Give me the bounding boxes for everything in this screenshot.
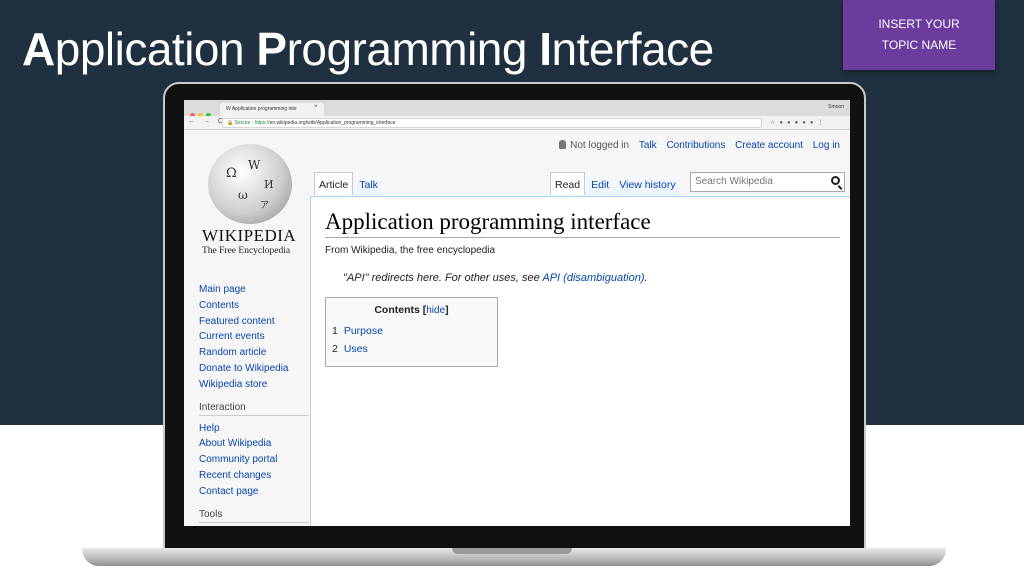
title-initial-a: A: [22, 23, 55, 75]
topic-line-1: INSERT YOUR: [878, 17, 960, 31]
not-logged-in-label: Not logged in: [570, 140, 630, 151]
sidebar-item-donate[interactable]: Donate to Wikipedia: [199, 361, 309, 377]
search-placeholder: Search Wikipedia: [695, 176, 773, 187]
tab-close-icon[interactable]: ×: [314, 104, 318, 110]
laptop-screen: W Application programming inte × Smoon ←…: [184, 100, 850, 526]
browser-tab-bar: W Application programming inte × Smoon: [184, 100, 850, 118]
sidebar-item-random-article[interactable]: Random article: [199, 345, 309, 361]
sidebar-item-current-events[interactable]: Current events: [199, 329, 309, 345]
topic-name-box[interactable]: INSERT YOUR TOPIC NAME: [843, 0, 995, 70]
sidebar-item-recent-changes[interactable]: Recent changes: [199, 468, 309, 484]
title-initial-i: I: [539, 23, 552, 75]
toc-title-label: Contents: [374, 304, 420, 316]
view-tabs: Read Edit View history: [550, 172, 682, 195]
title-initial-p: P: [256, 23, 287, 75]
sidebar-heading-interaction: Interaction: [199, 402, 309, 416]
toc-item-link[interactable]: Uses: [344, 343, 368, 355]
url-divider: |: [251, 120, 254, 126]
title-word-1: pplication: [54, 23, 257, 75]
login-link[interactable]: Log in: [813, 140, 840, 151]
tab-edit[interactable]: Edit: [587, 173, 614, 195]
tab-read[interactable]: Read: [550, 172, 586, 195]
hatnote-text: "API" redirects here. For other uses, se…: [343, 272, 543, 284]
extension-icons[interactable]: ☆●●●●●⋮: [770, 119, 828, 126]
hatnote-end: .: [644, 272, 648, 284]
browser-tab[interactable]: W Application programming inte: [220, 103, 324, 116]
toc-title: Contents [hide]: [374, 304, 449, 316]
lock-icon: 🔒: [227, 120, 234, 126]
navigation-buttons[interactable]: ← → C: [188, 118, 226, 125]
sidebar-item-main-page[interactable]: Main page: [199, 282, 309, 298]
laptop-notch: [452, 548, 572, 554]
sidebar-item-contents[interactable]: Contents: [199, 298, 309, 314]
article-content: Application programming interface From W…: [310, 196, 850, 526]
sidebar: Main page Contents Featured content Curr…: [199, 282, 309, 526]
search-input[interactable]: Search Wikipedia: [690, 172, 845, 192]
wikipedia-wordmark: WIKIPEDIA: [202, 226, 297, 245]
tab-talk[interactable]: Talk: [355, 173, 382, 195]
toc-item-number: 2: [332, 343, 338, 355]
browser-user-name[interactable]: Smoon: [828, 104, 844, 110]
url-scheme: https://: [254, 120, 270, 126]
create-account-link[interactable]: Create account: [735, 140, 803, 151]
table-of-contents: Contents [hide] 1 Purpose 2 Uses: [325, 297, 498, 367]
sidebar-item-community-portal[interactable]: Community portal: [199, 452, 309, 468]
disambiguation-link[interactable]: API (disambiguation): [542, 272, 644, 284]
sidebar-item-about[interactable]: About Wikipedia: [199, 436, 309, 452]
wikipedia-tagline: The Free Encyclopedia: [202, 246, 291, 256]
slide-title: Application Programming Interface: [22, 22, 714, 76]
toc-hide-link[interactable]: hide: [426, 305, 445, 316]
url-path: en.wikipedia.org/wiki/Application_progra…: [269, 120, 396, 126]
sidebar-item-store[interactable]: Wikipedia store: [199, 377, 309, 393]
title-word-2: rogramming: [286, 23, 540, 75]
sidebar-item-contact-page[interactable]: Contact page: [199, 484, 309, 500]
personal-tools: Not logged in Talk Contributions Create …: [559, 140, 840, 151]
contributions-link[interactable]: Contributions: [666, 140, 725, 151]
sidebar-heading-tools: Tools: [199, 509, 309, 523]
namespace-tabs: Article Talk: [314, 172, 384, 195]
toc-item-number: 1: [332, 325, 338, 337]
title-word-3: nterface: [551, 23, 715, 75]
url-secure-label: Secure: [234, 120, 251, 126]
user-icon: [559, 140, 567, 149]
topic-line-2: TOPIC NAME: [881, 38, 957, 52]
wikipedia-page: Ω W И ω ア WIKIPEDIA The Free Encyclopedi…: [184, 130, 850, 526]
page-title: Application programming interface: [325, 209, 840, 238]
tab-view-history[interactable]: View history: [615, 173, 680, 195]
personal-talk-link[interactable]: Talk: [639, 140, 657, 151]
sidebar-item-featured-content[interactable]: Featured content: [199, 314, 309, 330]
address-bar-row: ← → C 🔒 Secure | https://en.wikipedia.or…: [184, 116, 850, 130]
toc-item[interactable]: 2 Uses: [332, 343, 491, 355]
search-icon[interactable]: [831, 176, 840, 185]
wikipedia-logo[interactable]: Ω W И ω ア WIKIPEDIA The Free Encyclopedi…: [202, 144, 298, 258]
wikipedia-globe-icon: Ω W И ω ア: [208, 144, 292, 224]
toc-item-link[interactable]: Purpose: [344, 325, 383, 337]
tab-article[interactable]: Article: [314, 172, 354, 195]
hatnote: "API" redirects here. For other uses, se…: [343, 272, 840, 284]
url-input[interactable]: 🔒 Secure | https://en.wikipedia.org/wiki…: [222, 118, 762, 128]
toc-item[interactable]: 1 Purpose: [332, 325, 491, 337]
sidebar-item-help[interactable]: Help: [199, 421, 309, 437]
article-source-note: From Wikipedia, the free encyclopedia: [325, 245, 496, 256]
